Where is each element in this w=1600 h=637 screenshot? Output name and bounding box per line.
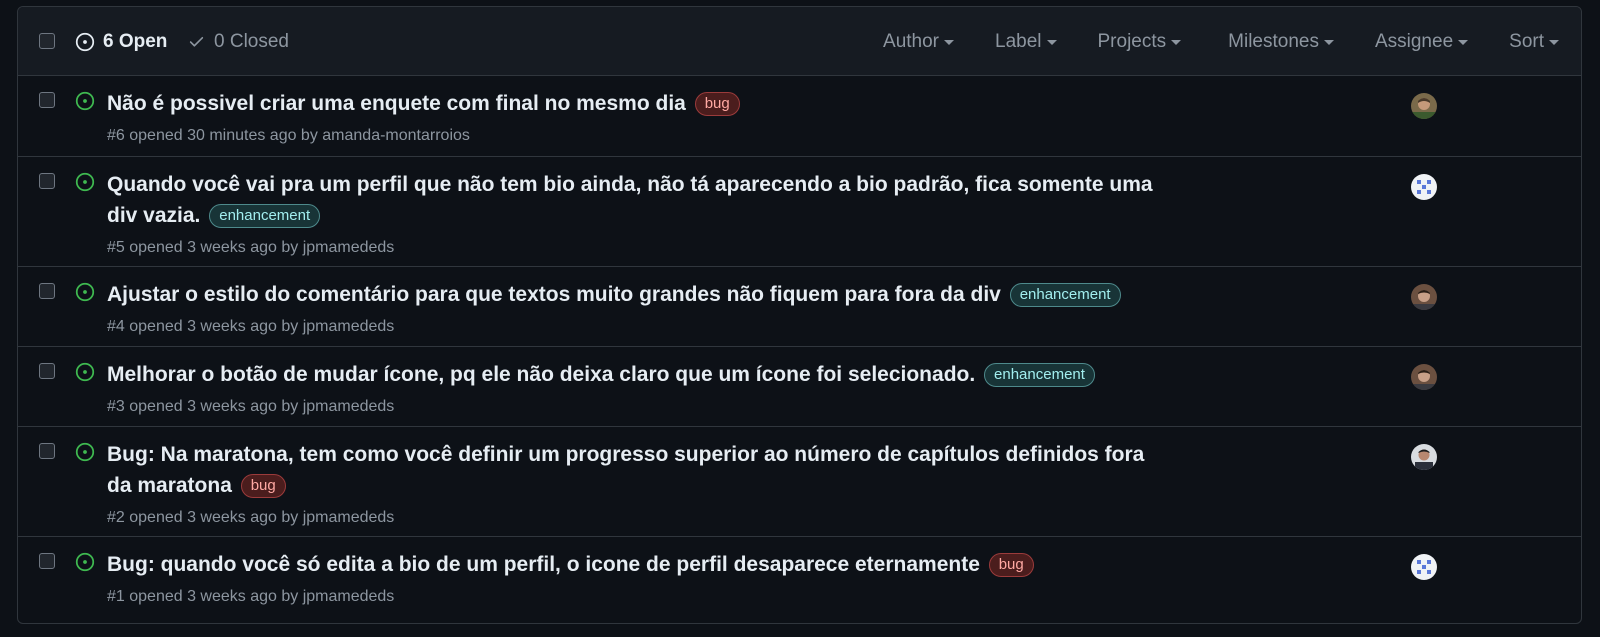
issues-list-header: 6 Open 0 Closed Author Label Projects Mi… xyxy=(18,7,1581,76)
issue-meta: #5 opened 3 weeks ago by jpmamededs xyxy=(107,238,1167,258)
open-issues-tab[interactable]: 6 Open xyxy=(75,7,167,76)
issue-title-link[interactable]: Quando você vai pra um perfil que não te… xyxy=(107,169,1167,231)
issue-opened-text: #3 opened 3 weeks ago by xyxy=(107,398,303,415)
issue-checkbox[interactable] xyxy=(39,443,55,459)
issue-open-icon xyxy=(75,91,95,111)
issue-title-text: Melhorar o botão de mudar ícone, pq ele … xyxy=(107,363,976,386)
issue-title-link[interactable]: Bug: Na maratona, tem como você definir … xyxy=(107,439,1167,501)
check-icon xyxy=(189,36,204,47)
issue-open-icon xyxy=(75,442,95,462)
caret-down-icon xyxy=(1046,40,1057,45)
issue-opened-text: #2 opened 3 weeks ago by xyxy=(107,509,303,526)
label-bug[interactable]: bug xyxy=(240,474,286,498)
assignee-avatar[interactable] xyxy=(1411,364,1437,390)
label-enhancement[interactable]: enhancement xyxy=(984,363,1095,387)
caret-down-icon xyxy=(1549,40,1559,45)
closed-count-label: 0 Closed xyxy=(214,30,289,52)
issue-row: Ajustar o estilo do comentário para que … xyxy=(18,267,1581,347)
filter-bar: Author Label Projects Milestones Assigne… xyxy=(883,7,1581,76)
author-filter[interactable]: Author xyxy=(883,31,954,53)
label-filter[interactable]: Label xyxy=(995,31,1057,53)
issue-title-link[interactable]: Melhorar o botão de mudar ícone, pq ele … xyxy=(107,359,1167,390)
label-filter-label: Label xyxy=(995,30,1042,52)
label-bug[interactable]: bug xyxy=(988,553,1034,577)
milestones-filter-label: Milestones xyxy=(1228,30,1319,52)
issues-list-box: 6 Open 0 Closed Author Label Projects Mi… xyxy=(17,6,1582,624)
issue-opened-text: #1 opened 3 weeks ago by xyxy=(107,588,303,605)
assignee-filter-label: Assignee xyxy=(1374,30,1454,52)
sort-filter-label: Sort xyxy=(1509,30,1544,52)
issue-meta: #3 opened 3 weeks ago by jpmamededs xyxy=(107,397,1167,417)
issue-meta: #6 opened 30 minutes ago by amanda-monta… xyxy=(107,126,1167,146)
assignee-avatar[interactable] xyxy=(1411,284,1437,310)
milestones-filter[interactable]: Milestones xyxy=(1228,31,1334,53)
caret-down-icon xyxy=(1323,40,1334,45)
issue-checkbox[interactable] xyxy=(39,173,55,189)
author-filter-label: Author xyxy=(883,30,939,52)
issue-title-link[interactable]: Bug: quando você só edita a bio de um pe… xyxy=(107,549,1167,580)
issue-row: Bug: quando você só edita a bio de um pe… xyxy=(18,537,1581,617)
issue-meta: #4 opened 3 weeks ago by jpmamededs xyxy=(107,317,1167,337)
select-all-checkbox[interactable] xyxy=(39,33,55,49)
issue-author-link[interactable]: jpmamededs xyxy=(303,318,395,335)
issue-checkbox[interactable] xyxy=(39,92,55,108)
issue-author-link[interactable]: amanda-montarroios xyxy=(322,127,470,144)
issue-author-link[interactable]: jpmamededs xyxy=(303,239,395,256)
issue-author-link[interactable]: jpmamededs xyxy=(303,509,395,526)
issue-open-icon xyxy=(75,362,95,382)
issue-row: Bug: Na maratona, tem como você definir … xyxy=(18,427,1581,537)
issue-title-link[interactable]: Não é possivel criar uma enquete com fin… xyxy=(107,88,1167,119)
label-enhancement[interactable]: enhancement xyxy=(209,204,321,228)
open-count-label: 6 Open xyxy=(103,30,168,52)
issue-checkbox[interactable] xyxy=(39,283,55,299)
issue-opened-text: #4 opened 3 weeks ago by xyxy=(107,318,303,335)
issue-meta: #2 opened 3 weeks ago by jpmamededs xyxy=(107,508,1167,528)
issue-checkbox[interactable] xyxy=(39,363,55,379)
issue-author-link[interactable]: jpmamededs xyxy=(303,398,395,415)
issue-checkbox[interactable] xyxy=(39,553,55,569)
issue-title-text: Bug: quando você só edita a bio de um pe… xyxy=(107,553,980,576)
issue-open-icon xyxy=(75,552,95,572)
issue-row: Não é possivel criar uma enquete com fin… xyxy=(18,76,1581,157)
issue-open-icon xyxy=(75,282,95,302)
sort-filter[interactable]: Sort xyxy=(1509,31,1559,53)
assignee-avatar[interactable] xyxy=(1411,554,1437,580)
closed-issues-tab[interactable]: 0 Closed xyxy=(188,7,289,76)
caret-down-icon xyxy=(944,40,954,45)
issue-opened-text: #5 opened 3 weeks ago by xyxy=(107,239,303,256)
projects-filter-label: Projects xyxy=(1097,30,1167,52)
projects-filter[interactable]: Projects xyxy=(1098,31,1182,53)
label-enhancement[interactable]: enhancement xyxy=(1009,283,1121,307)
issue-row: Quando você vai pra um perfil que não te… xyxy=(18,157,1581,267)
caret-down-icon xyxy=(1458,40,1469,45)
issue-meta: #1 opened 3 weeks ago by jpmamededs xyxy=(107,587,1167,607)
issue-row: Melhorar o botão de mudar ícone, pq ele … xyxy=(18,347,1581,427)
issue-open-icon xyxy=(75,32,95,51)
assignee-avatar[interactable] xyxy=(1411,93,1437,119)
caret-down-icon xyxy=(1171,40,1182,45)
assignee-filter[interactable]: Assignee xyxy=(1374,30,1469,53)
label-bug[interactable]: bug xyxy=(694,92,740,116)
assignee-avatar[interactable] xyxy=(1411,444,1437,470)
issue-opened-text: #6 opened 30 minutes ago by xyxy=(107,127,323,144)
issue-open-icon xyxy=(75,172,95,192)
issue-author-link[interactable]: jpmamededs xyxy=(303,588,395,605)
assignee-avatar[interactable] xyxy=(1411,174,1437,200)
issue-title-text: Ajustar o estilo do comentário para que … xyxy=(107,283,1001,306)
issue-title-link[interactable]: Ajustar o estilo do comentário para que … xyxy=(107,279,1167,310)
issue-title-text: Não é possivel criar uma enquete com fin… xyxy=(107,92,686,115)
